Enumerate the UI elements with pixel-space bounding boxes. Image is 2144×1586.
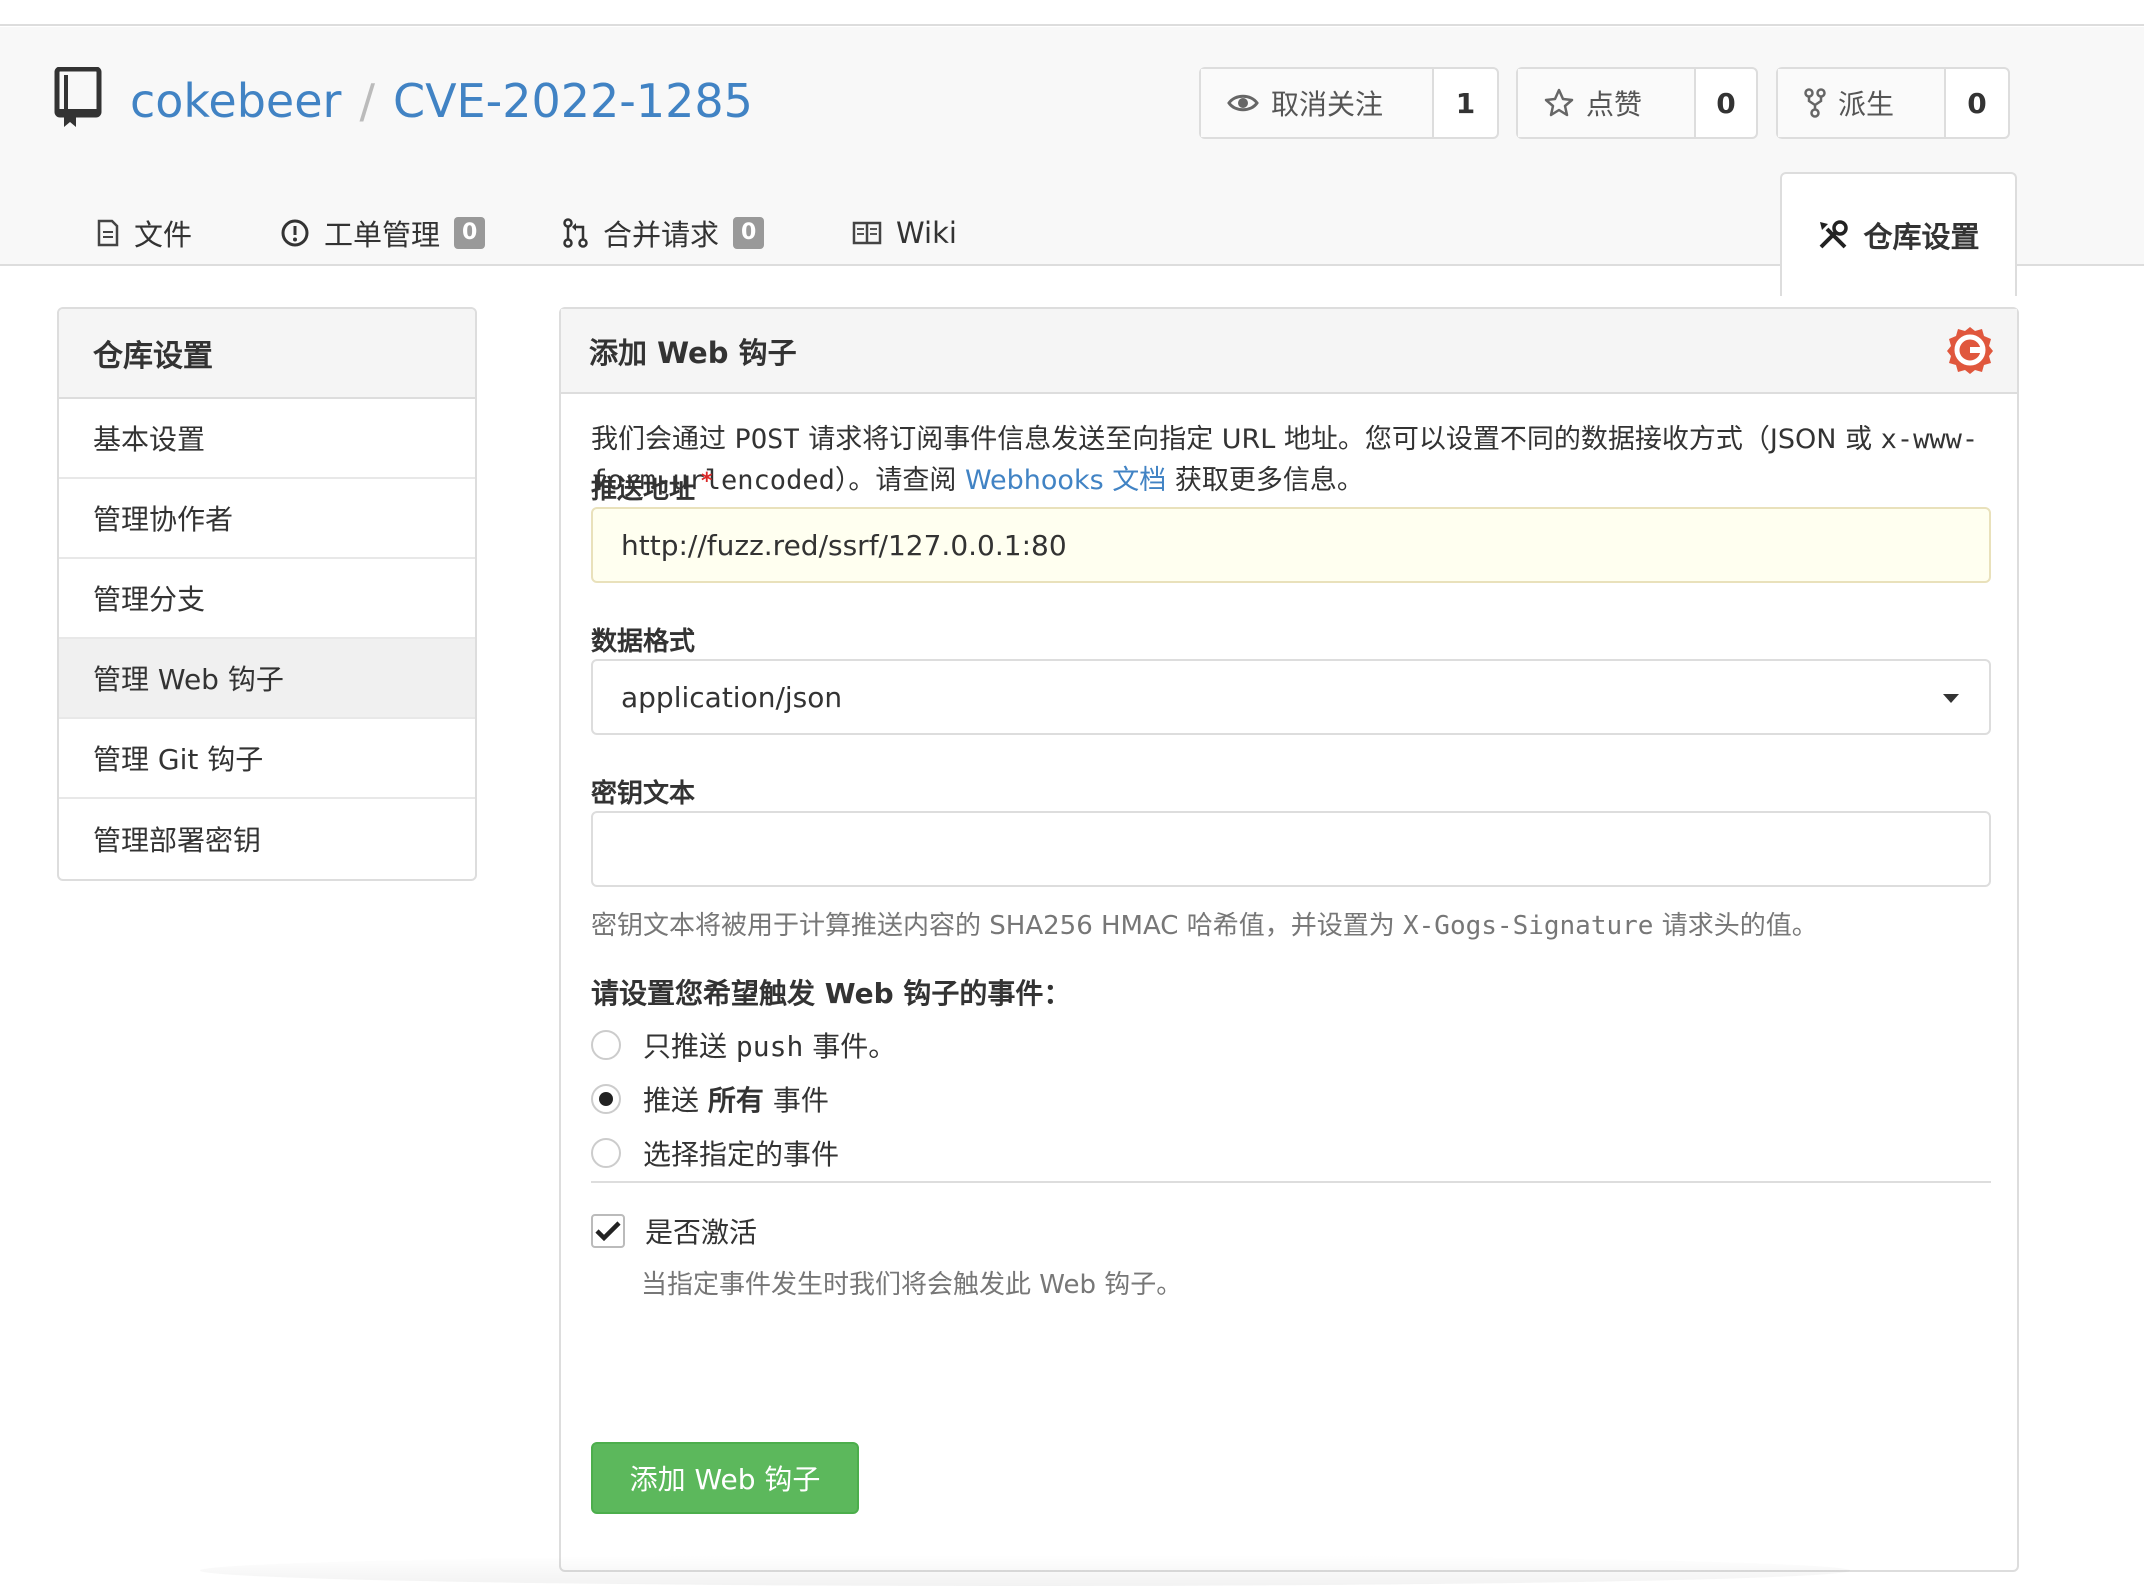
star-icon	[1544, 88, 1574, 117]
secret-help-header: X-Gogs-Signature	[1403, 911, 1654, 941]
panel-body: 我们会通过 POST 请求将订阅事件信息发送至向指定 URL 地址。您可以设置不…	[591, 419, 1991, 501]
tab-files-label: 文件	[134, 217, 193, 252]
file-icon	[97, 219, 119, 246]
bottom-shadow	[200, 1555, 1850, 1586]
tab-files[interactable]: 文件	[96, 172, 192, 293]
add-webhook-button[interactable]: 添加 Web 钩子	[591, 1442, 859, 1514]
watch-button[interactable]: 取消关注	[1201, 69, 1434, 137]
tab-wiki[interactable]: Wiki	[852, 172, 957, 293]
repo-name-link[interactable]: CVE-2022-1285	[393, 74, 753, 128]
repo-header: cokebeer / CVE-2022-1285 取消关注 1 点赞 0 派生 …	[0, 27, 2144, 296]
sidebar-item-webhooks[interactable]: 管理 Web 钩子	[59, 639, 475, 719]
star-button-group: 点赞 0	[1516, 67, 1758, 139]
sidebar-item-basic-settings[interactable]: 基本设置	[59, 399, 475, 479]
sidebar-title: 仓库设置	[59, 309, 475, 399]
repo-separator: /	[359, 74, 375, 128]
sidebar-item-branches[interactable]: 管理分支	[59, 559, 475, 639]
add-webhook-panel: 添加 Web 钩子 我们会通过 POST 请求将订阅事件信息发送至向指定 URL…	[559, 307, 2019, 1572]
fork-count[interactable]: 0	[1946, 69, 2008, 137]
required-asterisk: *	[701, 469, 713, 494]
repo-icon	[54, 67, 102, 127]
form-divider	[591, 1181, 1991, 1183]
desc-text-4: 获取更多信息。	[1166, 465, 1364, 496]
desc-text-2: 请求将订阅事件信息发送至向指定 URL 地址。您可以设置不同的数据接收方式（JS…	[799, 424, 1881, 455]
event-option-push-only[interactable]: 只推送 push 事件。	[591, 1025, 896, 1065]
radio-all-events[interactable]	[591, 1084, 621, 1114]
sidebar-item-deploy-keys[interactable]: 管理部署密钥	[59, 799, 475, 879]
active-help-text: 当指定事件发生时我们将会触发此 Web 钩子。	[641, 1270, 1183, 1300]
top-navbar-strip	[0, 0, 2144, 26]
pull-request-icon	[563, 217, 588, 248]
dropdown-caret-icon	[1943, 694, 1959, 703]
tab-settings[interactable]: 仓库设置	[1780, 172, 2017, 296]
active-label: 是否激活	[645, 1216, 758, 1249]
fork-button[interactable]: 派生	[1778, 69, 1946, 137]
repo-title: cokebeer / CVE-2022-1285	[130, 73, 753, 129]
panel-title: 添加 Web 钩子	[589, 335, 797, 370]
content-type-select[interactable]: application/json	[591, 659, 1991, 735]
secret-help-text: 密钥文本将被用于计算推送内容的 SHA256 HMAC 哈希值，并设置为 X-G…	[591, 905, 1818, 942]
choose-events-label: 选择指定的事件	[643, 1138, 840, 1171]
gogs-logo-icon	[1947, 327, 1993, 374]
settings-sidebar: 仓库设置 基本设置 管理协作者 管理分支 管理 Web 钩子 管理 Git 钩子…	[57, 307, 477, 881]
push-only-label-code: push	[735, 1030, 804, 1063]
secret-input[interactable]	[591, 811, 1991, 887]
tab-pull-requests[interactable]: 合并请求 0	[563, 172, 765, 293]
sidebar-item-collaborators[interactable]: 管理协作者	[59, 479, 475, 559]
secret-help-a: 密钥文本将被用于计算推送内容的 SHA256 HMAC 哈希值，并设置为	[591, 911, 1403, 941]
watch-count[interactable]: 1	[1434, 69, 1497, 137]
sidebar-item-git-hooks[interactable]: 管理 Git 钩子	[59, 719, 475, 799]
fork-button-group: 派生 0	[1776, 67, 2010, 139]
fork-label: 派生	[1838, 88, 1895, 121]
watch-label: 取消关注	[1271, 88, 1384, 121]
tools-icon	[1820, 220, 1849, 249]
content-type-value: application/json	[621, 680, 843, 714]
all-events-label-b: 事件	[763, 1084, 829, 1117]
star-button[interactable]: 点赞	[1518, 69, 1696, 137]
star-label: 点赞	[1586, 88, 1643, 121]
webhook-description: 我们会通过 POST 请求将订阅事件信息发送至向指定 URL 地址。您可以设置不…	[591, 419, 1991, 501]
secret-field-label: 密钥文本	[591, 779, 696, 809]
payload-url-input[interactable]: http://fuzz.red/ssrf/127.0.0.1:80	[591, 507, 1991, 583]
format-field-label: 数据格式	[591, 627, 696, 657]
push-only-label-b: 事件。	[803, 1030, 897, 1063]
push-only-label: 只推送 push 事件。	[643, 1025, 896, 1065]
secret-help-b: 请求头的值。	[1653, 911, 1818, 941]
event-option-all[interactable]: 推送 所有 事件	[591, 1079, 829, 1119]
radio-push-only[interactable]	[591, 1030, 621, 1060]
repo-tabs: 文件 工单管理 0 合并请求 0 Wiki 仓库设置	[0, 172, 2144, 296]
fork-icon	[1804, 88, 1826, 118]
desc-post-code: POST	[734, 424, 800, 455]
active-checkbox-row[interactable]: 是否激活	[591, 1211, 757, 1251]
watch-button-group: 取消关注 1	[1199, 67, 1499, 139]
checkmark-icon	[595, 1221, 621, 1242]
issues-count-badge: 0	[454, 216, 486, 249]
panel-header: 添加 Web 钩子	[561, 309, 2017, 394]
eye-icon	[1227, 94, 1259, 112]
radio-choose-events[interactable]	[591, 1138, 621, 1168]
book-icon	[852, 221, 882, 244]
tab-settings-label: 仓库设置	[1863, 220, 1980, 254]
desc-text-1: 我们会通过	[591, 424, 735, 455]
all-events-label-a: 推送	[643, 1084, 708, 1117]
issue-icon	[281, 219, 309, 246]
tab-wiki-label: Wiki	[896, 215, 957, 250]
all-events-label-bold: 所有	[707, 1084, 764, 1117]
active-checkbox[interactable]	[591, 1214, 625, 1248]
repo-owner-link[interactable]: cokebeer	[130, 74, 341, 128]
url-label-text: 推送地址	[591, 475, 696, 505]
pull-requests-count-badge: 0	[733, 216, 765, 249]
webhooks-docs-link[interactable]: Webhooks 文档	[965, 465, 1166, 496]
tab-issues[interactable]: 工单管理 0	[280, 172, 486, 293]
push-only-label-a: 只推送	[643, 1030, 736, 1063]
event-option-choose[interactable]: 选择指定的事件	[591, 1133, 839, 1173]
url-field-label: 推送地址 *	[591, 469, 713, 506]
all-events-label: 推送 所有 事件	[643, 1079, 829, 1119]
star-count[interactable]: 0	[1696, 69, 1756, 137]
tab-issues-label: 工单管理	[324, 217, 441, 252]
tab-pull-requests-label: 合并请求	[603, 217, 720, 252]
events-question: 请设置您希望触发 Web 钩子的事件：	[591, 977, 1072, 1010]
desc-text-3: ）。请查阅	[834, 465, 965, 496]
